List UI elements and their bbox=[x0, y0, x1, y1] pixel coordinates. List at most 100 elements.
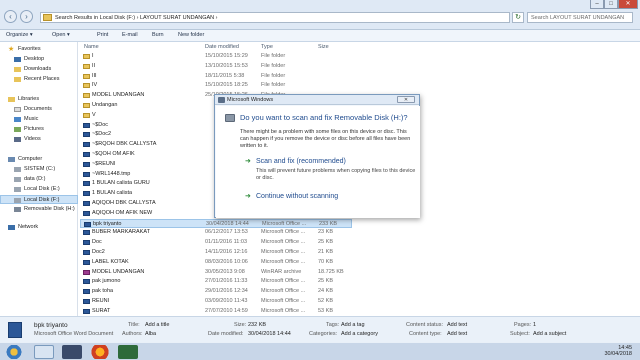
word-document-icon bbox=[83, 132, 90, 138]
recent-places-icon bbox=[14, 77, 21, 82]
file-row[interactable]: III 18/11/2015 5:38 File folder bbox=[80, 72, 352, 81]
nav-desktop[interactable]: Desktop bbox=[0, 55, 78, 64]
nav-music[interactable]: Music bbox=[0, 115, 78, 124]
file-row[interactable]: pak toha 29/01/2016 12:34 Microsoft Office… bbox=[80, 287, 352, 296]
organize-menu[interactable]: Organize ▾ bbox=[6, 32, 33, 39]
nav-recent-places[interactable]: Recent Places bbox=[0, 75, 78, 84]
open-menu[interactable]: Open ▾ bbox=[52, 32, 70, 39]
network-icon bbox=[8, 225, 15, 230]
firefox-taskbar-icon[interactable] bbox=[90, 345, 110, 359]
nav-pictures[interactable]: Pictures bbox=[0, 125, 78, 134]
file-date: 06/12/2017 13:53 bbox=[205, 229, 248, 236]
file-row[interactable]: II 13/10/2015 15:53 File folder bbox=[80, 62, 352, 71]
column-size[interactable]: Size bbox=[318, 43, 329, 51]
details-filetype: Microsoft Office Word Document bbox=[34, 331, 114, 337]
nav-libraries[interactable]: Libraries bbox=[0, 95, 78, 104]
nav-drive-c[interactable]: SISTEM (C:) bbox=[0, 165, 78, 174]
usb-drive-icon bbox=[14, 207, 21, 212]
nav-drive-d[interactable]: data (D:) bbox=[0, 175, 78, 184]
file-name: REUNI bbox=[92, 298, 110, 304]
drive-icon bbox=[14, 198, 21, 203]
file-row[interactable]: Doc 01/11/2016 11:03 Microsoft Office ... 2… bbox=[80, 238, 352, 247]
column-name[interactable]: Name bbox=[84, 43, 99, 51]
nav-favorites[interactable]: ★ Favorites bbox=[0, 45, 78, 54]
word-document-icon bbox=[83, 259, 90, 265]
categories-field[interactable]: Add a category bbox=[341, 331, 378, 338]
nav-drive-f[interactable]: Local Disk (F:) bbox=[0, 195, 78, 204]
nav-computer[interactable]: Computer bbox=[0, 155, 78, 164]
file-row[interactable]: LABEL KOTAK 08/03/2016 10:06 Microsoft Off… bbox=[80, 258, 352, 267]
subject-field[interactable]: Add a subject bbox=[533, 331, 566, 338]
start-button[interactable] bbox=[4, 345, 24, 359]
tags-label: Tags: bbox=[326, 322, 340, 328]
burn-button[interactable]: Burn bbox=[152, 32, 164, 39]
file-type: WinRAR archive bbox=[261, 268, 302, 275]
file-name: II bbox=[92, 62, 96, 69]
continue-title: Continue without scanning bbox=[256, 193, 339, 200]
refresh-button[interactable]: ↻ bbox=[512, 12, 524, 23]
content-type-field[interactable]: Add text bbox=[447, 331, 467, 338]
back-button[interactable]: ‹ bbox=[4, 10, 17, 23]
file-name: ~$Doc bbox=[92, 121, 109, 128]
date-label: Date modified: bbox=[208, 331, 244, 337]
folder-icon bbox=[83, 93, 90, 99]
file-row[interactable]: IV 15/10/2015 18:25 File folder bbox=[80, 81, 352, 90]
file-date: 30/05/2013 9:08 bbox=[205, 268, 245, 275]
system-clock[interactable]: 14:45 30/04/2018 bbox=[604, 345, 632, 357]
file-row[interactable]: pak jumono 27/01/2016 11:33 Microsoft Offi… bbox=[80, 277, 352, 286]
file-date: 08/03/2016 10:06 bbox=[205, 258, 248, 265]
word-document-icon bbox=[83, 201, 90, 206]
app-taskbar-icon[interactable] bbox=[62, 345, 82, 359]
title-field[interactable]: Add a title bbox=[145, 322, 169, 329]
folder-icon bbox=[83, 112, 90, 118]
minimize-button[interactable]: – bbox=[590, 0, 604, 9]
address-input[interactable]: Search Results in Local Disk (F:) › LAYO… bbox=[40, 12, 510, 23]
column-type[interactable]: Type bbox=[261, 43, 273, 51]
file-name: ~$RQOH DBK CALLYSTA bbox=[92, 141, 157, 148]
details-filename: bpk triyanto bbox=[34, 322, 68, 329]
dialog-close-button[interactable]: ✕ bbox=[397, 96, 415, 103]
folder-icon bbox=[83, 54, 90, 59]
print-button[interactable]: Print bbox=[97, 32, 108, 39]
selected-file-row[interactable]: bpk triyanto 30/04/2018 14:44 Microsoft Of… bbox=[80, 218, 352, 228]
file-row[interactable]: MODEL UNDANGAN 30/05/2013 9:08 WinRAR arch… bbox=[80, 268, 352, 277]
forward-button[interactable]: › bbox=[20, 10, 33, 23]
file-row[interactable]: Doc2 14/11/2016 12:16 Microsoft Office ...… bbox=[80, 248, 352, 257]
maximize-button[interactable]: □ bbox=[604, 0, 618, 9]
nav-network[interactable]: Network bbox=[0, 223, 78, 232]
size-label: Size: bbox=[234, 322, 247, 328]
word-document-icon bbox=[83, 308, 90, 314]
file-row[interactable]: I 15/10/2015 15:29 File folder bbox=[80, 52, 352, 61]
app-taskbar-icon[interactable] bbox=[118, 345, 138, 359]
file-row[interactable]: REUNI 03/09/2010 11:43 Microsoft Office ..… bbox=[80, 297, 352, 306]
new-folder-button[interactable]: New folder bbox=[178, 32, 204, 39]
music-icon bbox=[14, 117, 21, 122]
authors-field[interactable]: Alba bbox=[145, 331, 156, 338]
file-row[interactable]: SURAT 27/07/2010 14:59 Microsoft Office ..… bbox=[80, 307, 352, 316]
word-document-icon bbox=[83, 142, 90, 148]
content-status-field[interactable]: Add text bbox=[447, 322, 467, 329]
email-button[interactable]: E-mail bbox=[122, 32, 138, 39]
nav-videos[interactable]: Videos bbox=[0, 135, 78, 144]
nav-documents[interactable]: Documents bbox=[0, 105, 78, 114]
taskbar: 14:45 30/04/2018 bbox=[0, 342, 640, 360]
explorer-taskbar-icon[interactable] bbox=[34, 345, 54, 359]
address-bar-area: ‹ › Search Results in Local Disk (F:) › … bbox=[0, 0, 640, 30]
search-input[interactable]: Search LAYOUT SURAT UNDANGAN bbox=[527, 12, 633, 23]
file-row[interactable]: BUBER MARKARAKAT 06/12/2017 13:53 Microsof… bbox=[80, 228, 352, 237]
dialog-title: Microsoft Windows bbox=[227, 97, 274, 103]
nav-downloads[interactable]: Downloads bbox=[0, 65, 78, 74]
close-button[interactable]: ✕ bbox=[618, 0, 638, 9]
file-name: LABEL KOTAK bbox=[92, 258, 129, 265]
file-name: ~WRL1448.tmp bbox=[92, 170, 131, 177]
file-type: Microsoft Office ... bbox=[261, 239, 306, 246]
downloads-icon bbox=[14, 67, 21, 72]
word-document-icon bbox=[83, 279, 90, 285]
column-date[interactable]: Date modified bbox=[205, 43, 239, 51]
nav-drive-h[interactable]: Removable Disk (H:) bbox=[0, 205, 78, 214]
word-document-icon bbox=[83, 240, 90, 246]
tags-field[interactable]: Add a tag bbox=[341, 322, 365, 329]
nav-drive-e[interactable]: Local Disk (E:) bbox=[0, 185, 78, 194]
file-name: pak toha bbox=[92, 288, 114, 295]
content-type-label: Content type: bbox=[409, 331, 442, 337]
